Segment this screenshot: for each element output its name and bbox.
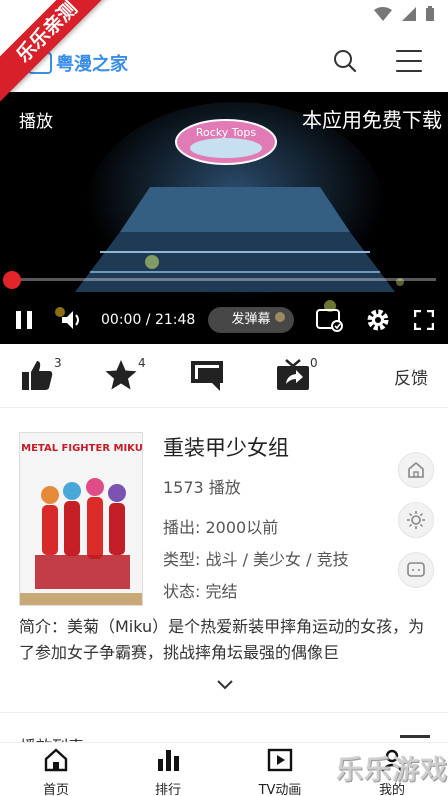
- wifi-icon: [374, 6, 392, 21]
- app-header: 粤漫之家: [0, 30, 448, 92]
- cover-art: METAL FIGHTER MIKU: [20, 433, 143, 605]
- pause-button[interactable]: [14, 304, 34, 336]
- anime-title: 重装甲少女组: [163, 436, 289, 460]
- chevron-down-icon[interactable]: [216, 678, 234, 690]
- player-label: 播放: [19, 112, 53, 132]
- fullscreen-icon: [414, 310, 434, 330]
- status-icons: [374, 6, 434, 21]
- action-bar: 3 4 0 反馈: [0, 344, 448, 408]
- video-player[interactable]: Rocky Tops 播放 本应用免费下载 00:00 / 21:48 发弹幕: [0, 92, 448, 344]
- air-date: 播出: 2000以前: [163, 518, 279, 537]
- cover-title: METAL FIGHTER MIKU: [21, 443, 143, 454]
- feedback-button[interactable]: 反馈: [394, 364, 428, 389]
- brightness-button[interactable]: [398, 502, 434, 538]
- danmaku-toggle-icon: [316, 309, 343, 332]
- fullscreen-button[interactable]: [414, 304, 434, 336]
- play-count: 1573 播放: [163, 478, 241, 497]
- tab-ranking[interactable]: 排行: [128, 747, 208, 796]
- sun-icon: [407, 511, 425, 529]
- chat-icon: [407, 562, 425, 577]
- player-promo-text: 本应用免费下载: [302, 108, 442, 132]
- home-icon: [44, 748, 68, 772]
- home-shortcut-button[interactable]: [398, 452, 434, 488]
- signal-icon: [402, 6, 416, 21]
- progress-knob[interactable]: [3, 271, 21, 289]
- like-button[interactable]: 3: [20, 356, 62, 394]
- status: 状态: 完结: [163, 582, 238, 601]
- tab-home-label: 首页: [42, 783, 69, 796]
- pause-icon: [16, 311, 32, 329]
- favorite-button[interactable]: 4: [104, 356, 146, 394]
- volume-button[interactable]: [60, 304, 84, 336]
- menu-icon[interactable]: [396, 50, 422, 80]
- genres: 类型: 战斗 / 美少女 / 竞技: [163, 550, 349, 569]
- thumbs-up-icon: [22, 361, 53, 390]
- volume-icon: [62, 311, 79, 329]
- share-count: 0: [310, 356, 318, 370]
- battery-icon: [426, 6, 434, 21]
- playlist-header: 播放列表: [0, 712, 448, 756]
- anime-description: 简介：美菊（Miku）是个热爱新装甲摔角运动的女孩，为了参加女子争霸赛，挑战摔角…: [19, 617, 425, 662]
- gear-icon: [367, 309, 389, 331]
- anime-info: METAL FIGHTER MIKU 重装甲少女组 1573 播放 播出: 20…: [0, 408, 448, 708]
- play-box-icon: [267, 748, 293, 772]
- chat-button[interactable]: [398, 552, 434, 588]
- danmaku-toggle[interactable]: [316, 304, 344, 336]
- comments-button[interactable]: [190, 358, 224, 394]
- logo-text: 粤漫之家: [56, 54, 128, 75]
- star-icon: [105, 360, 137, 390]
- favorite-count: 4: [138, 356, 146, 370]
- anime-cover[interactable]: METAL FIGHTER MIKU: [19, 432, 143, 606]
- watermark-logo: 乐乐游戏: [336, 755, 448, 786]
- comments-icon: [191, 361, 223, 391]
- like-count: 3: [54, 356, 62, 370]
- bar-chart-icon: [158, 750, 179, 771]
- share-button[interactable]: 0: [276, 356, 318, 394]
- search-icon[interactable]: [332, 48, 358, 74]
- tv-share-icon: [277, 359, 309, 390]
- arena-sign: Rocky Tops: [196, 126, 256, 139]
- tab-tv-anime[interactable]: TV动画: [240, 747, 320, 796]
- tab-ranking-label: 排行: [154, 783, 181, 796]
- player-controls: 00:00 / 21:48 发弹幕: [0, 304, 448, 336]
- settings-button[interactable]: [366, 304, 390, 336]
- playback-time: 00:00 / 21:48: [101, 312, 196, 328]
- tab-home[interactable]: 首页: [16, 747, 96, 796]
- home-icon: [408, 461, 424, 478]
- progress-bar[interactable]: [12, 278, 436, 281]
- send-danmaku-button[interactable]: 发弹幕: [208, 307, 294, 333]
- tab-tv-anime-label: TV动画: [258, 783, 302, 796]
